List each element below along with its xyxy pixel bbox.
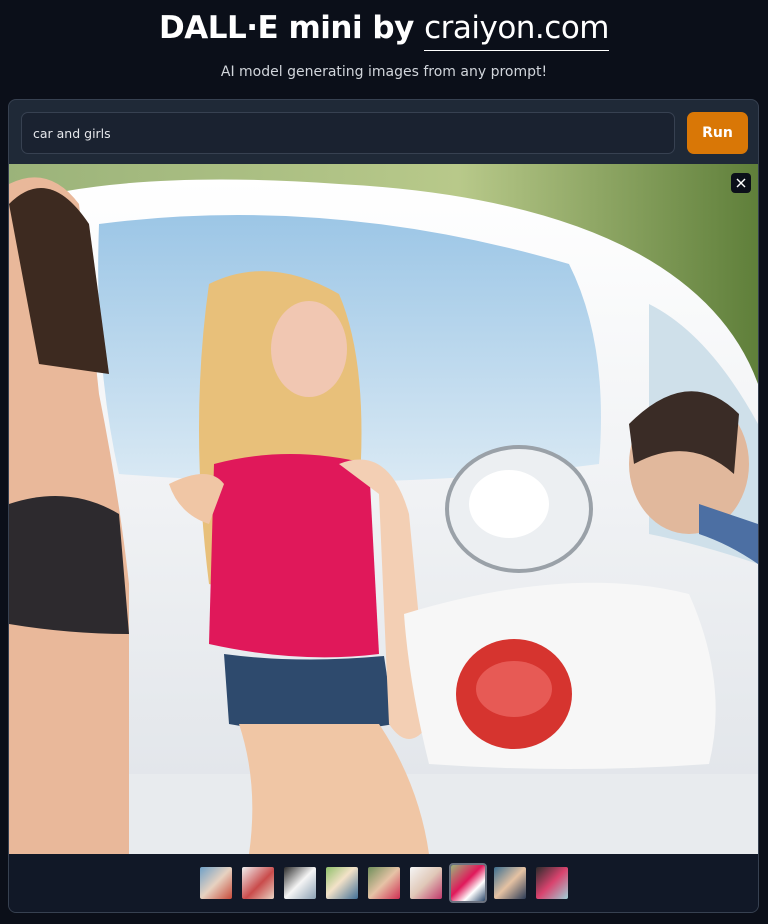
close-button[interactable] — [731, 173, 751, 193]
thumbnail-7[interactable] — [449, 863, 487, 903]
close-icon — [736, 178, 746, 188]
thumbnail-5[interactable] — [368, 867, 400, 899]
generated-image-art — [9, 164, 758, 854]
page-title: DALL·E mini by craiyon.com — [0, 10, 768, 51]
thumbnail-6[interactable] — [410, 867, 442, 899]
title-main: DALL·E mini by — [158, 10, 425, 46]
thumbnail-strip — [9, 854, 758, 912]
thumbnail-8[interactable] — [494, 867, 526, 899]
header: DALL·E mini by craiyon.com AI model gene… — [0, 0, 768, 98]
generated-image[interactable] — [9, 164, 758, 854]
generator-panel: Run — [8, 99, 759, 913]
thumbnail-2[interactable] — [242, 867, 274, 899]
page-subtitle: AI model generating images from any prom… — [220, 64, 548, 80]
prompt-input[interactable] — [21, 112, 675, 154]
thumbnail-3[interactable] — [284, 867, 316, 899]
thumbnail-9[interactable] — [536, 867, 568, 899]
run-button[interactable]: Run — [687, 112, 748, 154]
thumbnail-4[interactable] — [326, 867, 358, 899]
craiyon-link[interactable]: craiyon.com — [424, 10, 609, 51]
thumbnail-1[interactable] — [200, 867, 232, 899]
